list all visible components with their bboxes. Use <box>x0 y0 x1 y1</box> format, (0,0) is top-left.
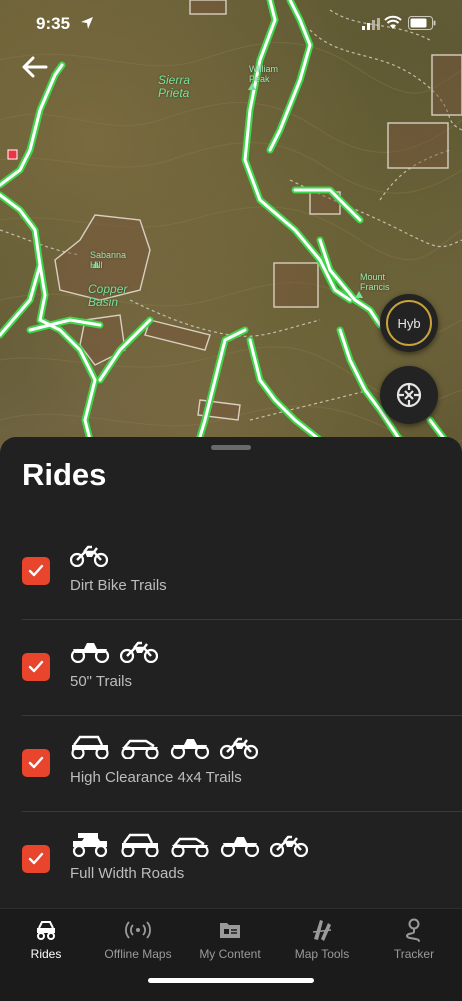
truck-icon <box>72 833 108 857</box>
map-label-copper-basin: Copper Basin <box>88 282 128 309</box>
ride-label-full-width: Full Width Roads <box>70 865 185 882</box>
utv-icon <box>71 735 109 759</box>
side-by-side-icon <box>121 739 159 759</box>
ride-icons <box>70 831 308 857</box>
ride-row-high-clearance[interactable]: High Clearance 4x4 Trails <box>0 716 462 812</box>
ride-icons <box>70 543 108 567</box>
map-tools-icon <box>312 920 332 941</box>
tab-label: Rides <box>30 947 62 961</box>
ride-checkbox-high-clearance[interactable] <box>22 749 50 777</box>
my-content-icon <box>220 923 240 938</box>
tab-label: My Content <box>199 947 261 961</box>
tab-map-tools[interactable]: Map Tools <box>276 915 368 975</box>
ride-row-full-width[interactable]: Full Width Roads <box>0 812 462 908</box>
ride-checkbox-dirt-bike[interactable] <box>22 557 50 585</box>
map-label-mount-francis: Mount Francis <box>360 272 390 292</box>
checkmark-icon <box>28 756 44 769</box>
checkmark-icon <box>28 852 44 865</box>
atv-icon <box>70 643 110 663</box>
dirt-bike-icon <box>120 641 158 663</box>
tab-my-content[interactable]: My Content <box>184 915 276 975</box>
ride-label-high-clearance: High Clearance 4x4 Trails <box>70 769 242 786</box>
dirt-bike-icon <box>220 737 258 759</box>
offline-maps-icon <box>125 921 151 939</box>
ride-label-50-trails: 50" Trails <box>70 673 133 690</box>
ride-checkbox-50-trails[interactable] <box>22 653 50 681</box>
tab-bar: Rides Offline Maps My Content Map Tools … <box>0 908 462 1001</box>
cellular-signal-icon <box>362 18 380 30</box>
tab-label: Map Tools <box>294 947 350 961</box>
battery-icon <box>408 16 436 30</box>
home-indicator <box>148 978 314 983</box>
utv-icon <box>121 833 159 857</box>
checkmark-icon <box>28 660 44 673</box>
status-bar: 9:35 <box>0 0 462 50</box>
map-layer-label: Hyb <box>397 315 421 331</box>
ride-label-dirt-bike: Dirt Bike Trails <box>70 577 167 594</box>
sheet-grabber[interactable] <box>211 445 251 450</box>
sheet-title: Rides <box>22 457 107 492</box>
rides-icon <box>37 921 55 940</box>
map-layer-ring: Hyb <box>386 300 432 346</box>
atv-icon <box>170 739 210 759</box>
status-time: 9:35 <box>36 14 71 33</box>
recenter-button[interactable] <box>380 366 438 424</box>
tab-tracker[interactable]: Tracker <box>368 915 460 975</box>
tab-rides[interactable]: Rides <box>0 915 92 975</box>
tab-label: Offline Maps <box>104 947 172 961</box>
checkmark-icon <box>28 564 44 577</box>
location-arrow-icon <box>81 17 93 29</box>
back-button[interactable] <box>18 52 52 82</box>
side-by-side-icon <box>171 837 209 857</box>
tab-offline-maps[interactable]: Offline Maps <box>92 915 184 975</box>
ride-icons <box>70 735 258 759</box>
map-label-sabanna-hill: Sabanna Hill <box>90 250 127 270</box>
map-label-william-peak: William Peak <box>249 64 278 84</box>
atv-icon <box>220 837 260 857</box>
back-arrow-icon <box>22 56 48 78</box>
ride-checkbox-full-width[interactable] <box>22 845 50 873</box>
map-layer-toggle-button[interactable]: Hyb <box>380 294 438 352</box>
map-label-sierra-prieta: Sierra Prieta <box>158 73 191 100</box>
recenter-icon <box>396 382 422 408</box>
map-view[interactable]: Sierra Prieta William Peak Sabanna Hill … <box>0 0 462 470</box>
ride-icons <box>70 639 158 663</box>
ride-row-dirt-bike[interactable]: Dirt Bike Trails <box>0 524 462 620</box>
dirt-bike-icon <box>70 545 108 567</box>
ride-row-50-trails[interactable]: 50" Trails <box>0 620 462 716</box>
dirt-bike-icon <box>270 835 308 857</box>
tab-label: Tracker <box>393 947 435 961</box>
wifi-icon <box>384 15 402 29</box>
tracker-icon <box>405 918 420 942</box>
